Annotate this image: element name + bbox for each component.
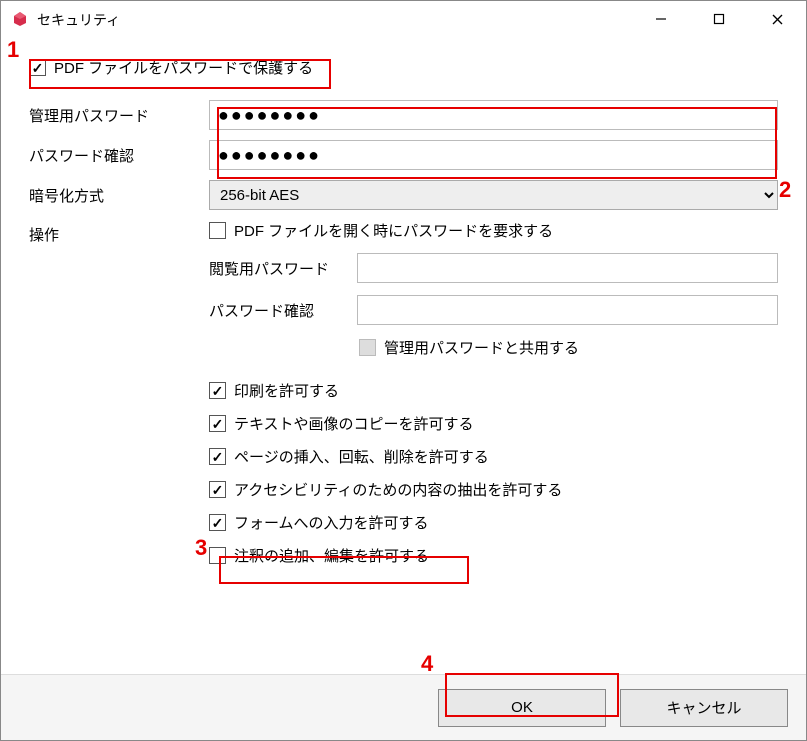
allow-form-label: フォームへの入力を許可する: [234, 512, 429, 533]
require-open-password-checkbox[interactable]: [209, 222, 226, 239]
allow-print-checkbox[interactable]: [209, 382, 226, 399]
confirm-password-row: パスワード確認: [29, 140, 778, 170]
protect-pdf-label: PDF ファイルをパスワードで保護する: [54, 57, 313, 78]
window-title: セキュリティ: [37, 8, 632, 30]
allow-form-row: フォームへの入力を許可する: [209, 512, 778, 533]
dialog-body: PDF ファイルをパスワードで保護する 管理用パスワード パスワード確認 暗号化…: [1, 37, 806, 674]
security-dialog: セキュリティ PDF ファイルをパスワードで保護する 管理用パスワード パスワー…: [0, 0, 807, 741]
allow-pages-label: ページの挿入、回転、削除を許可する: [234, 446, 489, 467]
require-open-password-label: PDF ファイルを開く時にパスワードを要求する: [234, 220, 553, 241]
allow-pages-row: ページの挿入、回転、削除を許可する: [209, 446, 778, 467]
allow-copy-label: テキストや画像のコピーを許可する: [234, 413, 474, 434]
view-confirm-row: パスワード確認: [209, 295, 778, 325]
view-password-row: 閲覧用パスワード: [209, 253, 778, 283]
share-admin-label: 管理用パスワードと共用する: [384, 337, 579, 358]
operations-row: 操作 PDF ファイルを開く時にパスワードを要求する 閲覧用パスワード パスワー…: [29, 220, 778, 578]
allow-pages-checkbox[interactable]: [209, 448, 226, 465]
titlebar: セキュリティ: [1, 1, 806, 37]
view-password-input[interactable]: [357, 253, 778, 283]
require-open-password-row: PDF ファイルを開く時にパスワードを要求する: [209, 220, 778, 241]
cancel-button[interactable]: キャンセル: [620, 689, 788, 727]
encryption-label: 暗号化方式: [29, 185, 209, 206]
share-admin-row: 管理用パスワードと共用する: [359, 337, 778, 358]
allow-accessibility-row: アクセシビリティのための内容の抽出を許可する: [209, 479, 778, 500]
ok-button[interactable]: OK: [438, 689, 606, 727]
allow-accessibility-label: アクセシビリティのための内容の抽出を許可する: [234, 479, 562, 500]
allow-copy-row: テキストや画像のコピーを許可する: [209, 413, 778, 434]
minimize-button[interactable]: [632, 1, 690, 37]
close-button[interactable]: [748, 1, 806, 37]
allow-annotations-label: 注釈の追加、編集を許可する: [234, 545, 429, 566]
dialog-footer: OK キャンセル: [1, 674, 806, 740]
app-icon: [11, 10, 29, 28]
admin-password-row: 管理用パスワード: [29, 100, 778, 130]
share-admin-checkbox: [359, 339, 376, 356]
confirm-password-label: パスワード確認: [29, 145, 209, 166]
allow-annotations-checkbox[interactable]: [209, 547, 226, 564]
allow-annotations-row: 注釈の追加、編集を許可する: [209, 545, 778, 566]
allow-print-label: 印刷を許可する: [234, 380, 339, 401]
view-confirm-label: パスワード確認: [209, 300, 349, 321]
operations-label: 操作: [29, 220, 209, 245]
protect-pdf-checkbox[interactable]: [29, 59, 46, 76]
admin-password-label: 管理用パスワード: [29, 105, 209, 126]
view-password-label: 閲覧用パスワード: [209, 258, 349, 279]
protect-pdf-row: PDF ファイルをパスワードで保護する: [29, 57, 778, 78]
allow-accessibility-checkbox[interactable]: [209, 481, 226, 498]
allow-form-checkbox[interactable]: [209, 514, 226, 531]
allow-print-row: 印刷を許可する: [209, 380, 778, 401]
admin-password-input[interactable]: [209, 100, 778, 130]
view-confirm-input[interactable]: [357, 295, 778, 325]
encryption-row: 暗号化方式 256-bit AES: [29, 180, 778, 210]
maximize-button[interactable]: [690, 1, 748, 37]
allow-copy-checkbox[interactable]: [209, 415, 226, 432]
encryption-select[interactable]: 256-bit AES: [209, 180, 778, 210]
confirm-password-input[interactable]: [209, 140, 778, 170]
